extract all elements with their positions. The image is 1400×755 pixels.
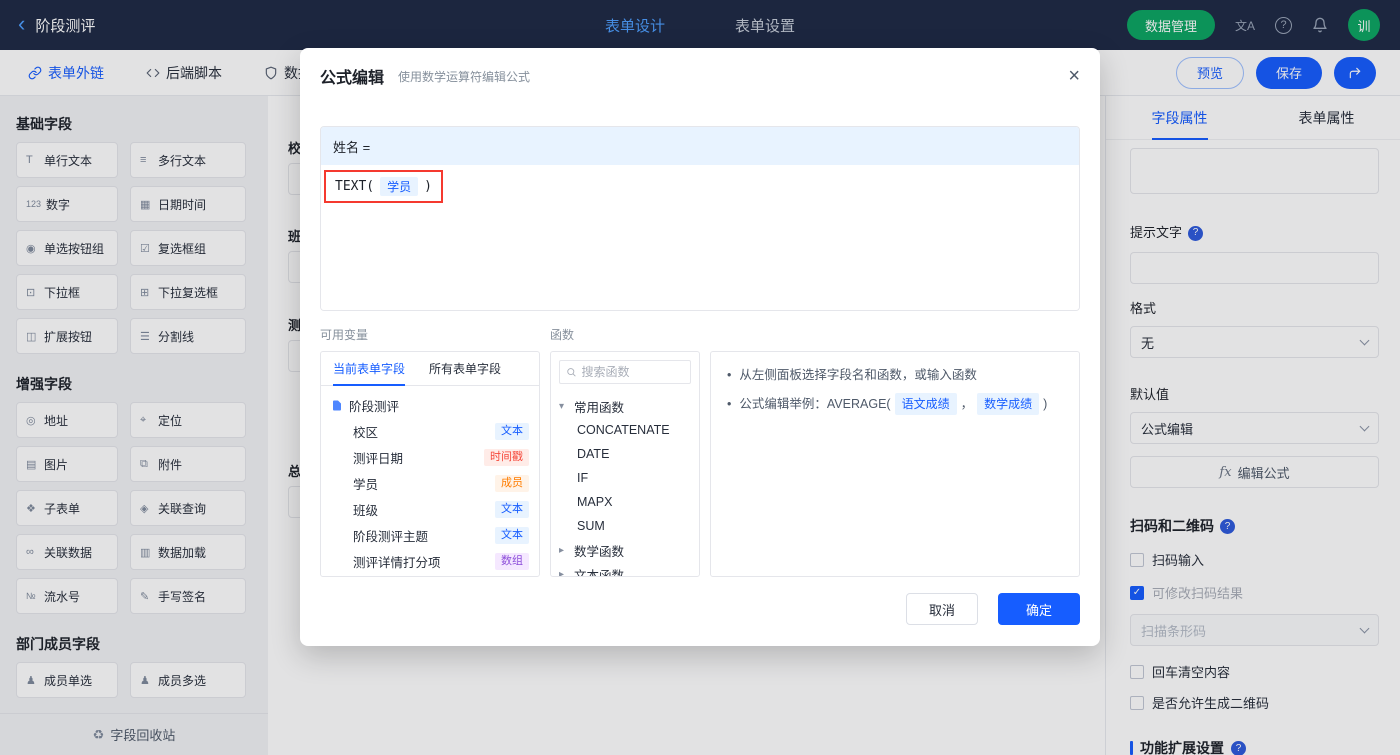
help-line-2: • 公式编辑举例：AVERAGE(语文成绩，数学成绩) (727, 393, 1063, 415)
variable-item-eval-detail[interactable]: 测评详情打分项 数组 (331, 548, 529, 574)
formula-target: 姓名 = (321, 127, 1079, 165)
example-chip: 语文成绩 (894, 393, 957, 415)
chevron-right-icon: ▸ (559, 544, 565, 556)
function-search (559, 360, 691, 384)
function-item-concatenate[interactable]: CONCATENATE (559, 418, 691, 442)
help-line-1: • 从左侧面板选择字段名和函数，或输入函数 (727, 368, 977, 382)
type-tag: 文本 (495, 500, 529, 518)
chevron-down-icon: ▾ (559, 400, 565, 412)
type-tag: 数组 (495, 552, 529, 570)
formula-editor-dialog: 公式编辑 使用数学运算符编辑公式 × 姓名 = TEXT( 学员 ) 可用变量 … (300, 48, 1100, 646)
tab-all-form-fields[interactable]: 所有表单字段 (429, 352, 501, 385)
document-icon (333, 400, 341, 410)
variable-item-eval-date[interactable]: 测评日期 时间戳 (331, 444, 529, 470)
dialog-panels: 可用变量 当前表单字段 所有表单字段 阶段测评 校区 文本 测评日期 时间戳 学… (320, 327, 1080, 577)
variables-heading: 可用变量 (320, 328, 369, 342)
close-icon[interactable]: × (1068, 66, 1080, 86)
function-item-mapx[interactable]: MAPX (559, 490, 691, 514)
variables-panel: 当前表单字段 所有表单字段 阶段测评 校区 文本 测评日期 时间戳 学员 成员 … (320, 351, 540, 577)
variable-tree-root[interactable]: 阶段测评 (331, 392, 529, 418)
dialog-header: 公式编辑 使用数学运算符编辑公式 × (300, 48, 1100, 104)
functions-column: 函数 ▾ 常用函数 CONCATENATE DATE IF (550, 327, 700, 577)
help-panel: • 从左侧面板选择字段名和函数，或输入函数 • 公式编辑举例：AVERAGE(语文成… (710, 351, 1080, 577)
formula-error-highlight: TEXT( 学员 ) (324, 170, 443, 203)
function-item-date[interactable]: DATE (559, 442, 691, 466)
search-icon (567, 368, 576, 377)
variable-item-student[interactable]: 学员 成员 (331, 470, 529, 496)
dialog-title: 公式编辑 (320, 70, 385, 87)
variables-column: 可用变量 当前表单字段 所有表单字段 阶段测评 校区 文本 测评日期 时间戳 学… (320, 327, 540, 577)
field-chip[interactable]: 学员 (380, 177, 419, 196)
function-group-text[interactable]: ▸ 文本函数 (559, 562, 691, 577)
type-tag: 成员 (495, 474, 529, 492)
function-search-input[interactable] (581, 365, 684, 379)
chevron-right-icon: ▸ (559, 568, 565, 577)
type-tag: 时间戳 (484, 448, 529, 466)
variables-tabs: 当前表单字段 所有表单字段 (321, 352, 539, 386)
dialog-subtitle: 使用数学运算符编辑公式 (398, 69, 531, 84)
tab-current-form-fields[interactable]: 当前表单字段 (333, 352, 406, 386)
type-tag: 文本 (495, 526, 529, 544)
formula-editor: 姓名 = TEXT( 学员 ) (320, 126, 1080, 311)
variables-tree: 阶段测评 校区 文本 测评日期 时间戳 学员 成员 班级 文本 阶段测评主题 文… (321, 386, 539, 576)
app-window: ‹ 阶段测评 表单设计 表单设置 数据管理 文A ? 训 表单外链 后端脚本 预… (0, 0, 1400, 755)
example-chip: 数学成绩 (977, 393, 1040, 415)
functions-heading: 函数 (550, 328, 575, 342)
variable-item-campus[interactable]: 校区 文本 (331, 418, 529, 444)
function-item-if[interactable]: IF (559, 466, 691, 490)
dialog-footer: 取消 确定 (320, 593, 1080, 625)
formula-input-area[interactable]: TEXT( 学员 ) (321, 165, 1079, 310)
functions-panel: ▾ 常用函数 CONCATENATE DATE IF MAPX SUM ▸ 数学… (550, 351, 700, 577)
confirm-button[interactable]: 确定 (998, 593, 1080, 625)
variable-item-eval-topic[interactable]: 阶段测评主题 文本 (331, 522, 529, 548)
help-column: • 从左侧面板选择字段名和函数，或输入函数 • 公式编辑举例：AVERAGE(语文成… (710, 327, 1080, 577)
function-group-math[interactable]: ▸ 数学函数 (559, 538, 691, 562)
function-group-common[interactable]: ▾ 常用函数 (559, 394, 691, 418)
function-item-sum[interactable]: SUM (559, 514, 691, 538)
type-tag: 文本 (495, 422, 529, 440)
formula-text: TEXT( (335, 179, 375, 194)
formula-text: ) (424, 179, 432, 194)
functions-tree: ▾ 常用函数 CONCATENATE DATE IF MAPX SUM ▸ 数学… (551, 392, 699, 577)
variable-item-class[interactable]: 班级 文本 (331, 496, 529, 522)
cancel-button[interactable]: 取消 (906, 593, 978, 625)
